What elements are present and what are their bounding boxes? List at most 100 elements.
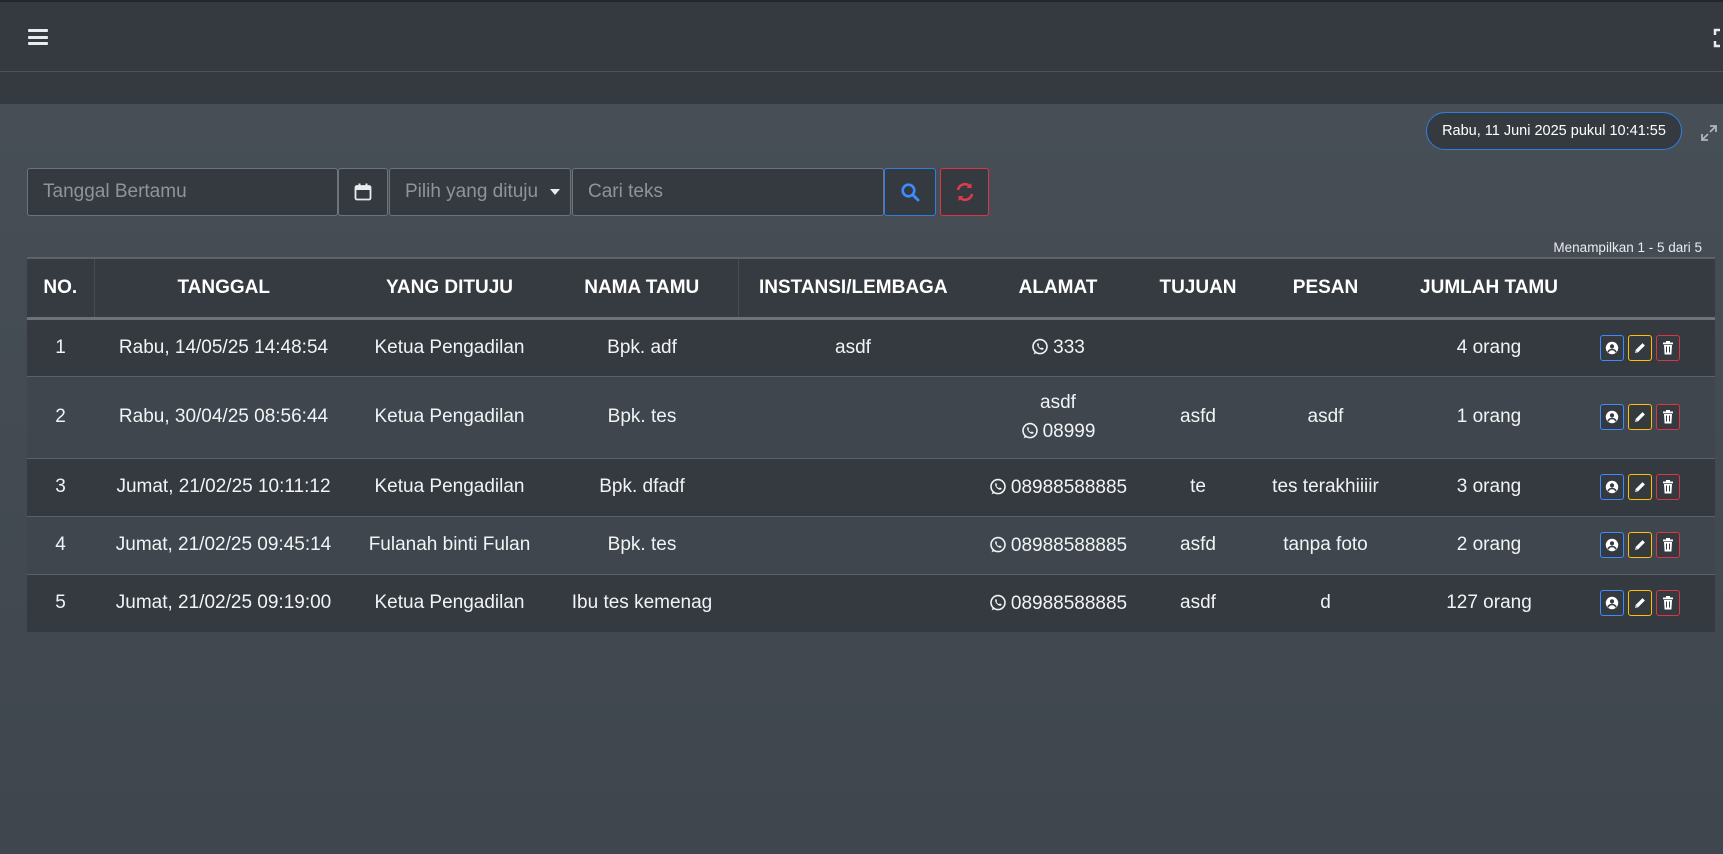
- cell-guest-count: 1 orang: [1403, 375, 1575, 458]
- column-header[interactable]: YANG DITUJU: [353, 257, 546, 320]
- delete-button[interactable]: [1656, 334, 1680, 361]
- cell-guest-count: 127 orang: [1403, 573, 1575, 632]
- column-header[interactable]: JUMLAH TAMU: [1403, 257, 1575, 320]
- phone-number: 08988588885: [968, 473, 1148, 502]
- cell-message: asdf: [1248, 375, 1403, 458]
- cell-purpose: [1148, 317, 1248, 376]
- table-row: 5 Jumat, 21/02/25 09:19:00 Ketua Pengadila…: [27, 573, 1715, 632]
- cell-recipient: Fulanah binti Fulan: [353, 515, 546, 574]
- edit-button[interactable]: [1628, 590, 1652, 617]
- view-photo-button[interactable]: [1600, 590, 1624, 617]
- cell-message: d: [1248, 573, 1403, 632]
- top-navbar: [0, 0, 1723, 72]
- cell-date: Rabu, 14/05/25 14:48:54: [94, 317, 353, 376]
- calendar-icon: [354, 183, 372, 201]
- cell-date: Rabu, 30/04/25 08:56:44: [94, 375, 353, 458]
- column-header[interactable]: NO.: [27, 257, 95, 320]
- view-photo-button[interactable]: [1600, 474, 1624, 500]
- pagination-info: Menampilkan 1 - 5 dari 5: [1553, 240, 1702, 255]
- delete-button[interactable]: [1656, 532, 1680, 558]
- cell-no: 3: [27, 457, 94, 516]
- cell-guest-count: 3 orang: [1403, 457, 1575, 516]
- table-row: 3 Jumat, 21/02/25 10:11:12 Ketua Pengadila…: [27, 457, 1715, 516]
- cell-actions: [1575, 515, 1715, 574]
- cell-purpose: te: [1148, 457, 1248, 516]
- expand-icon[interactable]: [1700, 124, 1718, 142]
- cell-no: 1: [27, 317, 94, 376]
- hamburger-icon[interactable]: [28, 29, 48, 45]
- search-input[interactable]: Cari teks: [572, 168, 884, 216]
- phone-text: 08988588885: [1010, 592, 1128, 614]
- phone-text: 08988588885: [1010, 476, 1128, 498]
- table-row: 2 Rabu, 30/04/25 08:56:44 Ketua Pengadilan…: [27, 375, 1715, 458]
- cell-date: Jumat, 21/02/25 10:11:12: [94, 457, 353, 516]
- cell-address: 08988588885: [968, 515, 1148, 574]
- cell-guest-name: Bpk. dfadf: [546, 457, 738, 516]
- cell-message: [1248, 317, 1403, 376]
- table-header-row: NO. TANGGAL YANG DITUJU NAMA TAMU INSTAN…: [27, 257, 1715, 320]
- reset-button[interactable]: [940, 168, 989, 216]
- edit-button[interactable]: [1628, 404, 1652, 430]
- search-icon: [901, 183, 920, 202]
- cell-address: 333: [968, 317, 1148, 376]
- column-header[interactable]: TANGGAL: [94, 257, 353, 320]
- cell-recipient: Ketua Pengadilan: [353, 317, 546, 376]
- delete-button[interactable]: [1656, 474, 1680, 500]
- view-photo-button[interactable]: [1600, 404, 1624, 430]
- column-header[interactable]: TUJUAN: [1148, 257, 1248, 320]
- fullscreen-icon[interactable]: [1713, 28, 1723, 48]
- phone-number: 333: [968, 333, 1148, 362]
- view-photo-button[interactable]: [1600, 532, 1624, 558]
- cell-guest-count: 4 orang: [1403, 317, 1575, 376]
- calendar-button[interactable]: [338, 168, 388, 216]
- whatsapp-icon: [990, 478, 1006, 494]
- phone-number: 08999: [968, 417, 1148, 446]
- address-text: asdf: [1040, 392, 1076, 413]
- sub-header: [0, 72, 1723, 104]
- edit-button[interactable]: [1628, 532, 1652, 558]
- cell-address: asdf 08999: [968, 375, 1148, 458]
- cell-guest-count: 2 orang: [1403, 515, 1575, 574]
- column-header[interactable]: NAMA TAMU: [546, 257, 739, 320]
- edit-button[interactable]: [1628, 334, 1652, 361]
- delete-button[interactable]: [1656, 404, 1680, 430]
- cell-address: 08988588885: [968, 457, 1148, 516]
- cell-institution: [738, 573, 968, 632]
- cell-institution: asdf: [738, 317, 968, 376]
- cell-institution: [738, 375, 968, 458]
- cell-guest-name: Bpk. tes: [546, 515, 738, 574]
- column-header[interactable]: ALAMAT: [968, 257, 1148, 320]
- cell-no: 4: [27, 515, 94, 574]
- view-photo-button[interactable]: [1600, 334, 1624, 361]
- recipient-select-label: Pilih yang dituju: [405, 181, 539, 202]
- cell-purpose: asfd: [1148, 375, 1248, 458]
- delete-button[interactable]: [1656, 590, 1680, 617]
- search-button[interactable]: [884, 168, 936, 216]
- whatsapp-icon: [1032, 338, 1048, 355]
- column-header[interactable]: INSTANSI/LEMBAGA: [738, 257, 968, 320]
- cell-guest-name: Ibu tes kemenag: [546, 573, 738, 632]
- cell-date: Jumat, 21/02/25 09:45:14: [94, 515, 353, 574]
- refresh-icon: [956, 182, 973, 202]
- table-row: 4 Jumat, 21/02/25 09:45:14 Fulanah binti F…: [27, 515, 1715, 574]
- table-row: 1 Rabu, 14/05/25 14:48:54 Ketua Pengadilan…: [27, 317, 1715, 376]
- cell-no: 2: [27, 375, 94, 458]
- cell-actions: [1575, 573, 1715, 632]
- phone-text: 08999: [1042, 421, 1096, 442]
- cell-recipient: Ketua Pengadilan: [353, 457, 546, 516]
- guest-table: NO. TANGGAL YANG DITUJU NAMA TAMU INSTAN…: [27, 257, 1715, 632]
- visit-date-input[interactable]: Tanggal Bertamu: [27, 168, 338, 216]
- chevron-down-icon: [550, 189, 560, 195]
- whatsapp-icon: [990, 594, 1006, 611]
- cell-institution: [738, 457, 968, 516]
- recipient-select[interactable]: Pilih yang dituju: [389, 168, 571, 216]
- cell-address: 08988588885: [968, 573, 1148, 632]
- edit-button[interactable]: [1628, 474, 1652, 500]
- column-header[interactable]: PESAN: [1248, 257, 1403, 320]
- phone-text: 333: [1053, 337, 1085, 358]
- cell-recipient: Ketua Pengadilan: [353, 573, 546, 632]
- datetime-badge: Rabu, 11 Juni 2025 pukul 10:41:55: [1426, 112, 1682, 150]
- cell-purpose: asfd: [1148, 515, 1248, 574]
- actions-header: [1575, 257, 1715, 320]
- cell-institution: [738, 515, 968, 574]
